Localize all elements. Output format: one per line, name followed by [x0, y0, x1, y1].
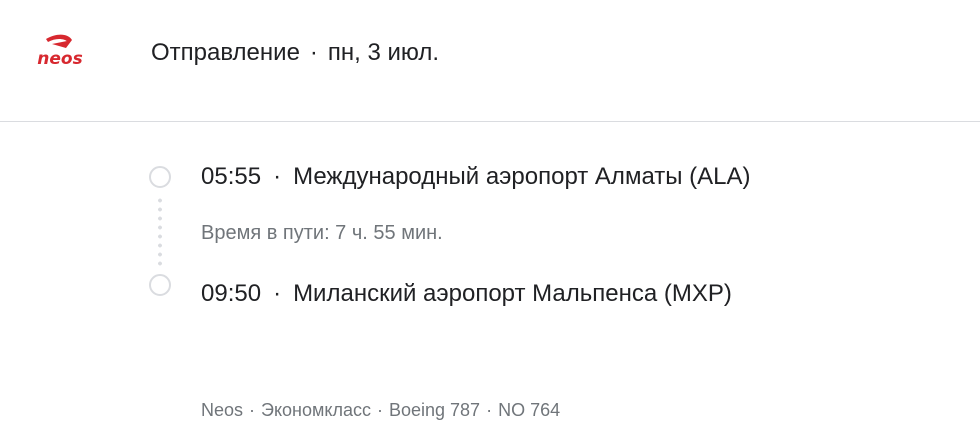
dotted-line — [158, 196, 162, 270]
details-airline: Neos — [201, 400, 244, 420]
travel-duration: Время в пути: 7 ч. 55 мин. — [201, 222, 443, 244]
departure-circle-icon — [149, 166, 171, 188]
departure-time: 05:55 — [201, 163, 262, 190]
details-separator: · — [486, 400, 493, 420]
airline-logo: neos — [22, 30, 98, 70]
details-separator: · — [249, 400, 256, 420]
departure-row: 05:55 · Международный аэропорт Алматы (ALA… — [201, 162, 751, 192]
airline-logo-text: neos — [37, 49, 82, 69]
arrival-row: 09:50 · Миланский аэропорт Мальпенса (MXP) — [201, 279, 732, 309]
departure-date: пн, 3 июл. — [327, 39, 440, 66]
details-cabin: Экономкласс — [261, 400, 371, 420]
flight-header: neos Отправление · пн, 3 июл. — [0, 0, 980, 122]
departure-label: Отправление — [151, 39, 300, 66]
flight-details: Neos · Экономкласс · Boeing 787 · NO 764 — [201, 398, 560, 422]
arrival-circle-icon — [149, 274, 171, 296]
details-aircraft: Boeing 787 — [388, 400, 481, 420]
itinerary-timeline — [149, 166, 175, 296]
departure-airport: Международный аэропорт Алматы (ALA) — [293, 163, 751, 190]
arrival-separator: · — [273, 280, 282, 307]
departure-separator: · — [273, 163, 282, 190]
page-title: Отправление · пн, 3 июл. — [151, 38, 439, 68]
title-separator: · — [309, 39, 318, 66]
arrival-time: 09:50 — [201, 280, 262, 307]
arrival-airport: Миланский аэропорт Мальпенса (MXP) — [293, 280, 732, 307]
details-flight-number: NO 764 — [498, 400, 561, 420]
details-separator: · — [376, 400, 383, 420]
